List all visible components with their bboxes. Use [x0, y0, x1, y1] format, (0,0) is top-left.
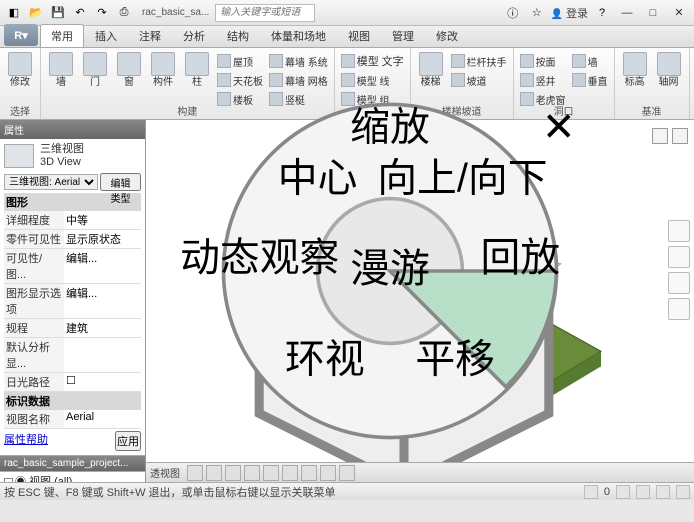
svg-text:向上/向下: 向上/向下	[377, 156, 547, 200]
steering-wheel[interactable]: 缩放 回放 平移 环视 动态观察 中心 向上/向下 漫游 ✕	[116, 90, 664, 452]
document-title: rac_basic_sa...	[142, 7, 209, 18]
cursor-icon	[8, 52, 32, 76]
undo-icon[interactable]: ↶	[70, 3, 90, 23]
ceiling-button[interactable]: 天花板	[215, 71, 265, 89]
redo-icon[interactable]: ↷	[92, 3, 112, 23]
maximize-button[interactable]: □	[642, 5, 664, 21]
zoom-icon[interactable]	[668, 298, 690, 320]
search-input[interactable]	[215, 4, 315, 22]
browser-title: rac_basic_sample_project...	[0, 456, 145, 471]
view-selector[interactable]: 三维视图: Aerial	[4, 174, 98, 190]
worksets-icon[interactable]	[616, 485, 630, 499]
svg-text:环视: 环视	[285, 337, 365, 381]
drawing-canvas[interactable]: 缩放 回放 平移 环视 动态观察 中心 向上/向下 漫游 ✕ 透视图	[146, 120, 694, 482]
status-bar: 按 ESC 键、F8 键或 Shift+W 退出，或单击鼠标右键以显示关联菜单 …	[0, 482, 694, 500]
tab-massing[interactable]: 体量和场地	[260, 24, 337, 47]
wall-opening-button[interactable]: 墙	[570, 52, 610, 70]
star-icon[interactable]: ☆	[527, 3, 547, 23]
group-select: 修改 选择	[0, 48, 41, 119]
door-button[interactable]: 门	[79, 50, 111, 88]
model-line-button[interactable]: 模型 线	[339, 71, 406, 89]
app-button[interactable]: R▾	[4, 24, 38, 46]
press-drag-icon[interactable]	[676, 485, 690, 499]
print-icon[interactable]: ⎙	[114, 3, 134, 23]
tab-annotate[interactable]: 注释	[128, 24, 172, 47]
ramp-button[interactable]: 坡道	[449, 71, 509, 89]
info-icon[interactable]: ⓘ	[503, 3, 523, 23]
tab-structure[interactable]: 结构	[216, 24, 260, 47]
lock-icon[interactable]	[301, 465, 317, 481]
full-nav-wheel-icon[interactable]	[668, 246, 690, 268]
selection-count: 0	[604, 486, 610, 498]
roof-button[interactable]: 屋顶	[215, 52, 265, 70]
search-box[interactable]	[215, 4, 315, 22]
svg-text:缩放: 缩放	[350, 106, 430, 150]
view-type-icon	[4, 144, 34, 168]
visual-style-icon[interactable]	[187, 465, 203, 481]
ribbon-tabstrip: 常用 插入 注释 分析 结构 体量和场地 视图 管理 修改	[0, 26, 694, 48]
svg-text:动态观察: 动态观察	[180, 236, 339, 280]
editable-only-icon[interactable]	[656, 485, 670, 499]
tab-view[interactable]: 视图	[337, 24, 381, 47]
filter-icon[interactable]	[584, 485, 598, 499]
group-room: 房间 面积 图例 标记 房间和面积	[690, 48, 694, 119]
main-area: 属性 三维视图3D View 三维视图: Aerial 编辑类型 图形 详细程度…	[0, 120, 694, 482]
grid-button[interactable]: 轴网	[653, 50, 685, 88]
reveal-icon[interactable]	[339, 465, 355, 481]
temp-hide-icon[interactable]	[320, 465, 336, 481]
tab-modify[interactable]: 修改	[425, 24, 469, 47]
curtain-system-button[interactable]: 幕墙 系统	[267, 52, 330, 70]
save-icon[interactable]: 💾	[48, 3, 68, 23]
navigation-bar	[668, 220, 690, 320]
svg-text:平移: 平移	[415, 337, 495, 381]
close-view-icon[interactable]	[672, 128, 688, 144]
model-text-button[interactable]: 模型 文字	[339, 52, 406, 70]
login-link[interactable]: 👤 登录	[551, 5, 588, 21]
project-browser[interactable]: -◉ 视图 (all) -楼层平面 (Floor Plan) Level 1 L…	[0, 471, 145, 482]
modify-button[interactable]: 修改	[4, 50, 36, 88]
design-options-icon[interactable]	[636, 485, 650, 499]
render-icon[interactable]	[244, 465, 260, 481]
crop-icon[interactable]	[263, 465, 279, 481]
column-button[interactable]: 柱	[181, 50, 213, 88]
vertical-button[interactable]: 垂直	[570, 71, 610, 89]
tab-insert[interactable]: 插入	[84, 24, 128, 47]
stair-button[interactable]: 楼梯	[415, 50, 447, 88]
svg-text:中心: 中心	[278, 156, 358, 200]
railing-button[interactable]: 栏杆扶手	[449, 52, 509, 70]
window-button[interactable]: 窗	[113, 50, 145, 88]
tab-analyze[interactable]: 分析	[172, 24, 216, 47]
svg-text:漫游: 漫游	[350, 247, 430, 291]
help-icon[interactable]: ?	[592, 3, 612, 23]
open-icon[interactable]: 📂	[26, 3, 46, 23]
shadows-icon[interactable]	[225, 465, 241, 481]
app-menu-icon[interactable]: ◧	[4, 3, 24, 23]
svg-text:回放: 回放	[480, 236, 560, 280]
shaft-button[interactable]: 竖井	[518, 71, 568, 89]
title-bar: ◧ 📂 💾 ↶ ↷ ⎙ rac_basic_sa... ⓘ ☆ 👤 登录 ? —…	[0, 0, 694, 26]
crop-region-icon[interactable]	[282, 465, 298, 481]
pan-icon[interactable]	[668, 272, 690, 294]
wheel-close-icon[interactable]: ✕	[542, 106, 575, 150]
tab-common[interactable]: 常用	[40, 24, 84, 47]
quick-access-toolbar: ◧ 📂 💾 ↶ ↷ ⎙	[4, 3, 134, 23]
tab-manage[interactable]: 管理	[381, 24, 425, 47]
minimize-button[interactable]: —	[616, 5, 638, 21]
properties-help-link[interactable]: 属性帮助	[4, 431, 48, 451]
curtain-grid-button[interactable]: 幕墙 网格	[267, 71, 330, 89]
close-button[interactable]: ✕	[668, 5, 690, 21]
by-face-button[interactable]: 按面	[518, 52, 568, 70]
component-button[interactable]: 构件	[147, 50, 179, 88]
status-hint: 按 ESC 键、F8 键或 Shift+W 退出，或单击鼠标右键以显示关联菜单	[4, 484, 336, 500]
sun-path-icon[interactable]	[206, 465, 222, 481]
view-control-bar: 透视图	[146, 462, 694, 482]
wall-button[interactable]: 墙	[45, 50, 77, 88]
home-icon[interactable]	[668, 220, 690, 242]
level-button[interactable]: 标高	[619, 50, 651, 88]
